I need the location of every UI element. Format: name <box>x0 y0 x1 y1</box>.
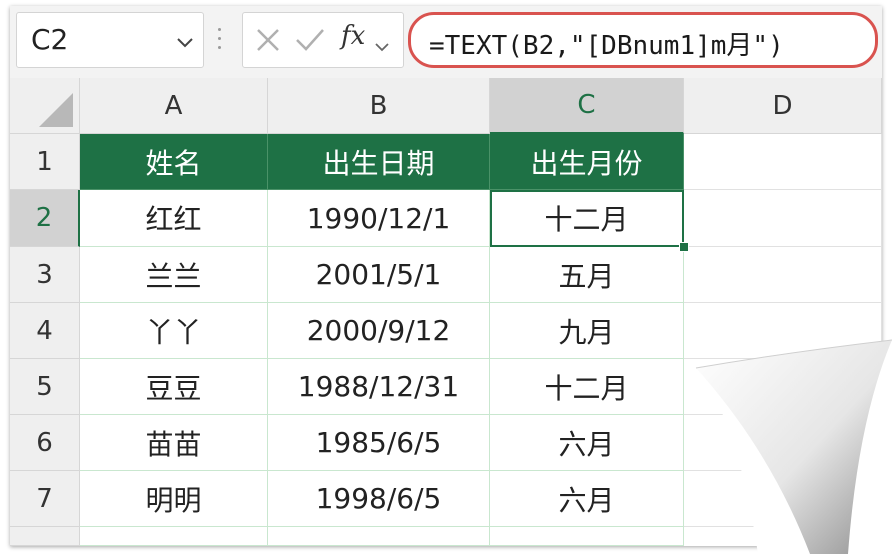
cell-d7[interactable] <box>684 471 882 527</box>
chevron-down-icon[interactable] <box>177 33 193 52</box>
header-birth-date[interactable]: 出生日期 <box>268 134 490 190</box>
fill-handle[interactable] <box>679 242 689 252</box>
column-header-d[interactable]: D <box>684 78 882 134</box>
cell-c4[interactable]: 九月 <box>490 303 684 359</box>
cell-d1[interactable] <box>684 134 882 190</box>
formula-input[interactable]: =TEXT(B2,"[DBnum1]m月") <box>408 12 878 68</box>
cell-d5[interactable] <box>684 359 882 415</box>
cell-c7[interactable]: 六月 <box>490 471 684 527</box>
cell-b8[interactable] <box>268 527 490 546</box>
cell-a8[interactable] <box>80 527 268 546</box>
cell-b3[interactable]: 2001/5/1 <box>268 247 490 303</box>
formula-controls: fx <box>242 12 404 68</box>
cell-a7[interactable]: 明明 <box>80 471 268 527</box>
row-header-1[interactable]: 1 <box>10 134 80 190</box>
cell-d2[interactable] <box>684 190 882 247</box>
column-header-b[interactable]: B <box>268 78 490 134</box>
cell-d4[interactable] <box>684 303 882 359</box>
row-header-6[interactable]: 6 <box>10 415 80 471</box>
cell-a6[interactable]: 苗苗 <box>80 415 268 471</box>
cell-d3[interactable] <box>684 247 882 303</box>
cell-c5[interactable]: 十二月 <box>490 359 684 415</box>
row-header-7[interactable]: 7 <box>10 471 80 527</box>
cell-c8[interactable] <box>490 527 684 546</box>
row-header-5[interactable]: 5 <box>10 359 80 415</box>
cell-b5[interactable]: 1988/12/31 <box>268 359 490 415</box>
cell-b6[interactable]: 1985/6/5 <box>268 415 490 471</box>
check-icon[interactable] <box>295 27 325 57</box>
cell-b2[interactable]: 1990/12/1 <box>268 190 490 247</box>
row-header-8[interactable] <box>10 527 80 546</box>
chevron-down-icon[interactable] <box>375 37 389 56</box>
cell-c2[interactable]: 十二月 <box>490 190 684 247</box>
fx-icon[interactable]: fx <box>341 21 365 51</box>
column-header-a[interactable]: A <box>80 78 268 134</box>
cell-a2[interactable]: 红红 <box>80 190 268 247</box>
cell-b4[interactable]: 2000/9/12 <box>268 303 490 359</box>
formula-bar-grip[interactable] <box>218 28 222 56</box>
row-header-4[interactable]: 4 <box>10 303 80 359</box>
name-box[interactable]: C2 <box>16 12 204 68</box>
header-name[interactable]: 姓名 <box>80 134 268 190</box>
row-header-2[interactable]: 2 <box>10 190 80 247</box>
cell-d6[interactable] <box>684 415 882 471</box>
formula-text: =TEXT(B2,"[DBnum1]m月") <box>429 31 784 61</box>
cross-icon[interactable] <box>255 27 281 57</box>
row-header-3[interactable]: 3 <box>10 247 80 303</box>
cell-c6[interactable]: 六月 <box>490 415 684 471</box>
select-all-button[interactable] <box>10 78 80 134</box>
column-header-c[interactable]: C <box>490 78 684 134</box>
cell-a5[interactable]: 豆豆 <box>80 359 268 415</box>
cell-c3[interactable]: 五月 <box>490 247 684 303</box>
formula-bar: C2 fx =TEXT(B2,"[DBnum1]m月") <box>10 6 882 78</box>
cell-a3[interactable]: 兰兰 <box>80 247 268 303</box>
header-birth-month[interactable]: 出生月份 <box>490 134 684 190</box>
cell-a4[interactable]: 丫丫 <box>80 303 268 359</box>
name-box-value: C2 <box>31 23 69 56</box>
cell-grid: A B C D 1 2 3 4 5 6 7 姓名 出生日期 出生月份 红红 19… <box>10 78 882 546</box>
cell-b7[interactable]: 1998/6/5 <box>268 471 490 527</box>
spreadsheet-window: C2 fx =TEXT(B2,"[DBnum1]m月") A B C D 1 2… <box>10 6 882 546</box>
